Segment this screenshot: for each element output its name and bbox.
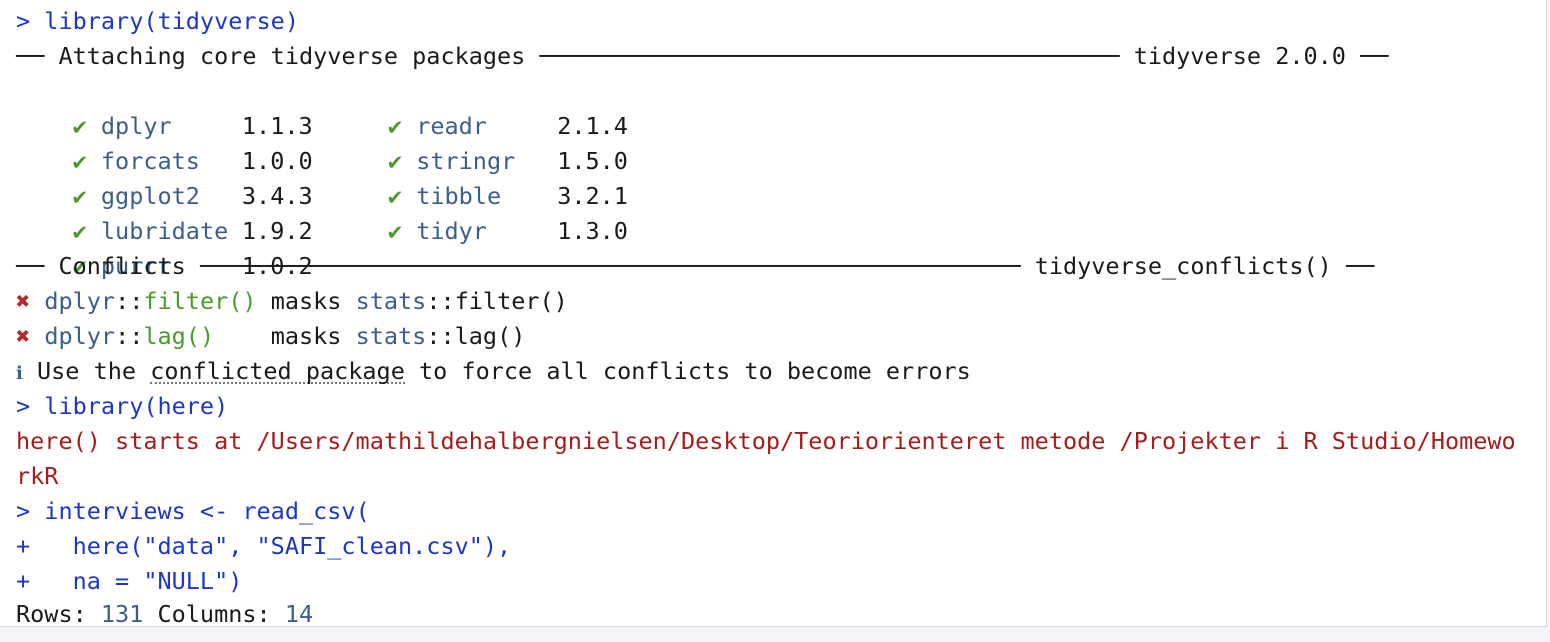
masks-label: masks — [256, 287, 356, 315]
conflicts-fn-label: tidyverse_conflicts() — [1020, 252, 1346, 280]
conflict-function: lag() — [143, 322, 215, 350]
columns-value: 14 — [284, 600, 314, 627]
package-name: tidyr — [416, 217, 487, 245]
rule-dash: ── — [1360, 42, 1389, 70]
rule-dash: ── — [16, 252, 45, 280]
conflict-namespace: dplyr — [44, 322, 116, 350]
command-text: na = "NULL") — [30, 567, 243, 595]
conflict-row: ✖ dplyr::lag() masks stats::lag() — [16, 319, 525, 354]
r-console[interactable]: > library(tidyverse) ── Attaching core t… — [0, 0, 1547, 627]
info-text: Use the — [22, 357, 151, 385]
here-message-line: rkR — [16, 459, 58, 494]
rule-dash: ── — [1345, 252, 1375, 280]
masks-label: masks — [214, 322, 356, 350]
package-row: ✔ ggplot2 3.4.3 ✔ tibble 3.2.1 — [16, 144, 628, 210]
info-line: ℹ Use the conflicted package to force al… — [16, 354, 971, 389]
continuation-line: + na = "NULL") — [16, 564, 242, 599]
continuation-prompt: + — [16, 567, 31, 595]
namespace-separator: :: — [426, 322, 455, 350]
command-line: > interviews <- read_csv( — [16, 494, 370, 529]
package-row: ✔ lubridate 1.9.2 ✔ tidyr 1.3.0 — [16, 179, 628, 245]
namespace-separator: :: — [115, 322, 144, 350]
package-version: 1.3.0 — [557, 217, 628, 245]
conflict-namespace: dplyr — [44, 287, 116, 315]
here-message-line: here() starts at /Users/mathildehalbergn… — [16, 424, 1516, 459]
continuation-line: + here("data", "SAFI_clean.csv"), — [16, 529, 511, 564]
masked-function: filter() — [454, 287, 568, 315]
command-text: library(tidyverse) — [30, 7, 299, 35]
masked-namespace: stats — [355, 322, 427, 350]
conflicts-title: Conflicts — [44, 252, 200, 280]
check-icon: ✔ — [387, 217, 403, 245]
tidyverse-version-label: tidyverse 2.0.0 — [1119, 42, 1361, 70]
columns-label: Columns: — [143, 600, 285, 627]
package-row: ✔ dplyr 1.1.3 ✔ readr 2.1.4 — [16, 74, 628, 140]
command-text: library(here) — [30, 392, 229, 420]
here-message: here() starts at /Users/mathildehalbergn… — [16, 427, 1516, 455]
attach-title: Attaching core tidyverse packages — [44, 42, 540, 70]
prompt: > — [16, 497, 31, 525]
conflicts-header: ── Conflicts ───────────────────────────… — [16, 249, 1374, 284]
cross-icon: ✖ — [16, 287, 31, 315]
rows-columns-line: Rows: 131 Columns: 14 — [16, 597, 314, 627]
rule-line: ────────────────────────────────────────… — [539, 42, 1120, 70]
command-line: > library(here) — [16, 389, 228, 424]
masked-function: lag() — [454, 322, 526, 350]
prompt: > — [16, 392, 31, 420]
namespace-separator: :: — [426, 287, 455, 315]
rows-value: 131 — [100, 600, 144, 627]
namespace-separator: :: — [115, 287, 144, 315]
prompt: > — [16, 7, 31, 35]
command-line: > library(tidyverse) — [16, 4, 299, 39]
rule-line: ────────────────────────────────────────… — [199, 252, 1021, 280]
continuation-prompt: + — [16, 532, 31, 560]
conflict-row: ✖ dplyr::filter() masks stats::filter() — [16, 284, 568, 319]
cross-icon: ✖ — [16, 322, 31, 350]
here-message: rkR — [16, 462, 59, 490]
conflicted-package-link[interactable]: conflicted package — [150, 359, 405, 384]
info-icon: ℹ — [16, 363, 23, 384]
package-row: ✔ purrr 1.0.2 — [16, 214, 313, 280]
command-text: interviews <- read_csv( — [30, 497, 370, 525]
command-text: here("data", "SAFI_clean.csv"), — [30, 532, 512, 560]
package-row: ✔ forcats 1.0.0 ✔ stringr 1.5.0 — [16, 109, 628, 175]
rule-dash: ── — [16, 42, 45, 70]
rows-label: Rows: — [16, 600, 101, 627]
conflict-function: filter() — [143, 287, 257, 315]
attach-header: ── Attaching core tidyverse packages ───… — [16, 39, 1388, 74]
info-text: to force all conflicts to become errors — [404, 357, 971, 385]
masked-namespace: stats — [355, 287, 427, 315]
